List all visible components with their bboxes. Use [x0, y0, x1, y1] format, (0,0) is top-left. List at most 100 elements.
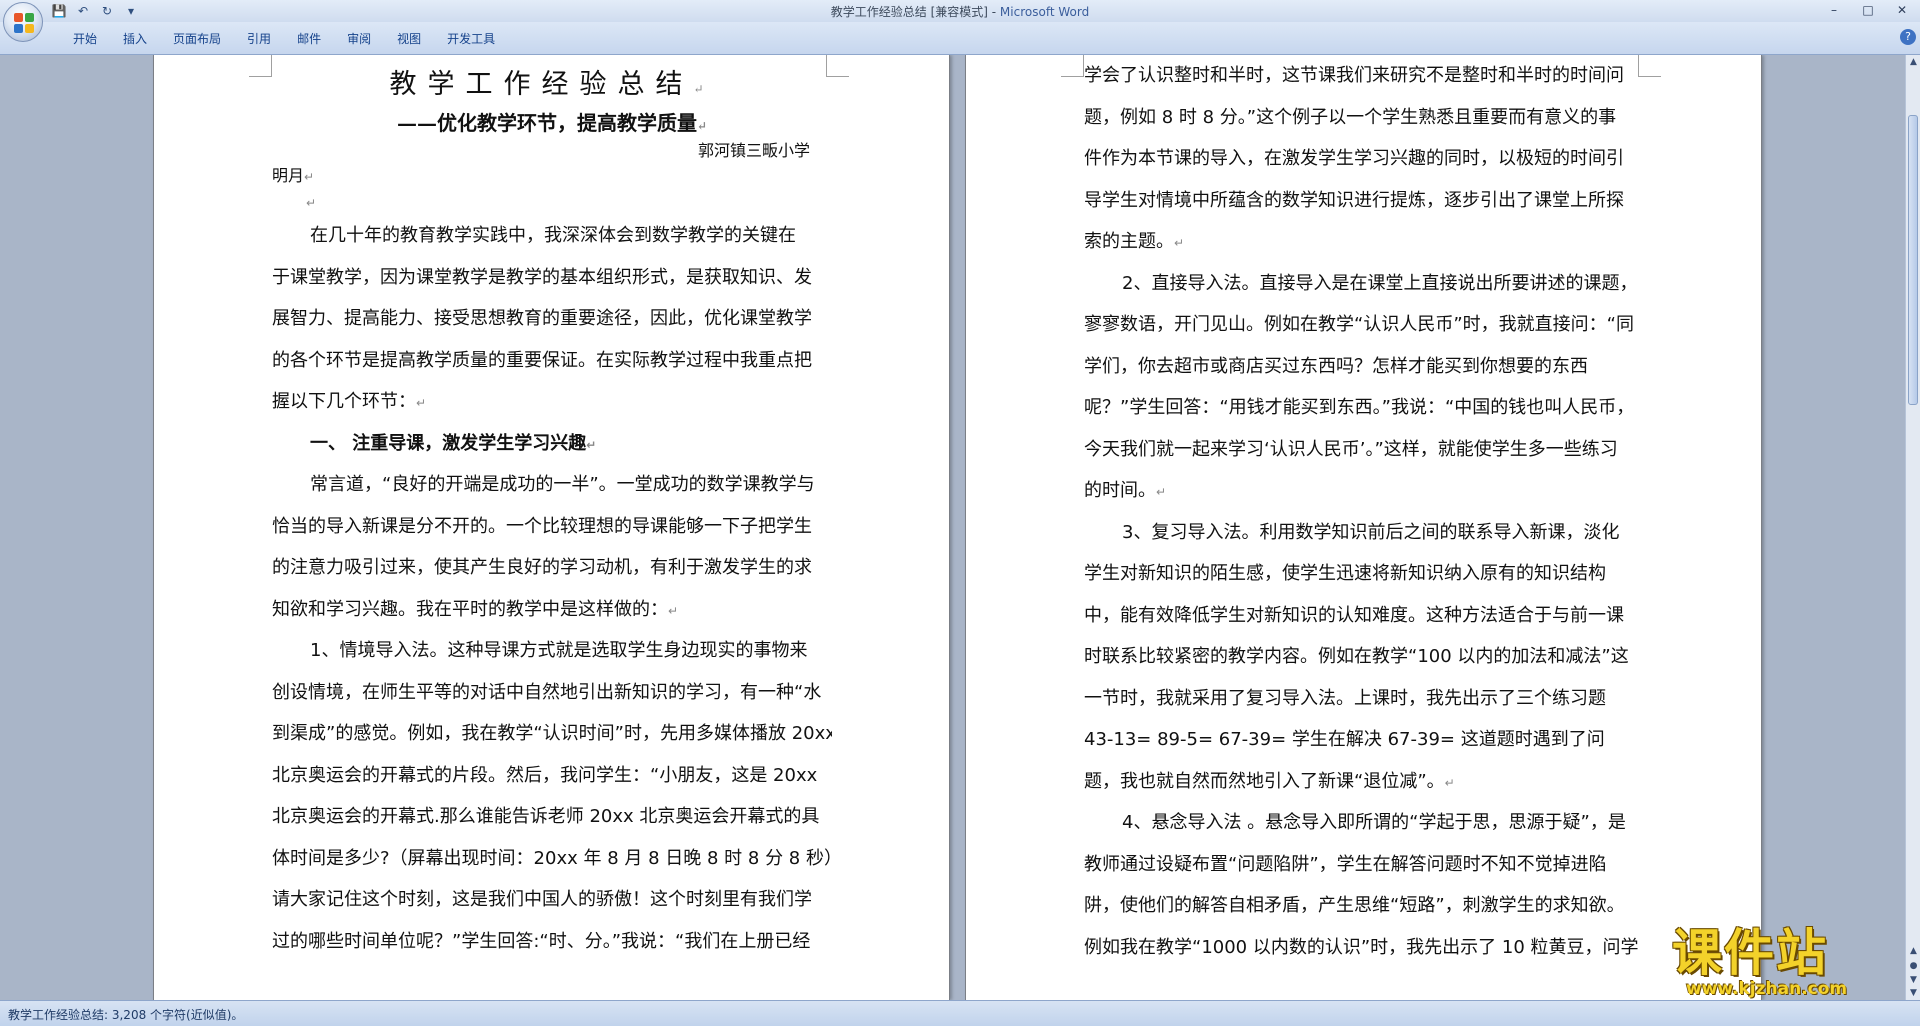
close-button[interactable]: ✕	[1892, 2, 1912, 18]
logo-square-3	[14, 24, 23, 33]
tab-mailings[interactable]: 邮件	[284, 30, 334, 48]
page-right[interactable]: 学会了认识整时和半时，这节课我们来研究不是整时和半时的时间问题，例如 8 时 8…	[965, 55, 1762, 1000]
scroll-thumb[interactable]	[1908, 115, 1918, 405]
line-text: 导学生对情境中所蕴含的数学知识进行提炼，逐步引出了课堂上所探	[1084, 189, 1624, 211]
left-body-text: 在几十年的教育教学实践中，我深深体会到数学教学的关键在于课堂教学，因为课堂教学是…	[272, 215, 832, 962]
minimize-button[interactable]: –	[1824, 2, 1844, 18]
logo-square-4	[25, 24, 34, 33]
line-text: 件作为本节课的导入，在激发学生学习兴趣的同时，以极短的时间引	[1084, 148, 1624, 169]
text-line: 恰当的导入新课是分不开的。一个比较理想的导课能够一下子把学生	[272, 506, 832, 548]
logo-square-2	[25, 13, 34, 22]
site-watermark: 课件站 www.kjzhan.com	[1672, 925, 1912, 1000]
paragraph-mark: ↵	[304, 170, 315, 184]
text-line: 一、 注重导课，激发学生学习兴趣↵	[272, 423, 832, 465]
page-left[interactable]: 教学工作经验总结↵ ——优化教学环节，提高教学质量↵ 郭河镇三畈小学 明月↵ ↵…	[153, 55, 950, 1000]
line-text: 教师通过设疑布置“问题陷阱”，学生在解答问题时不知不觉掉进陷	[1084, 853, 1607, 875]
office-button[interactable]	[3, 2, 43, 42]
line-text: 的注意力吸引过来，使其产生良好的学习动机，有利于激发学生的求	[272, 557, 812, 578]
text-line: 今天我们就一起来学习‘认识人民币’。”这样，就能使学生多一些练习	[1084, 429, 1644, 471]
text-line: 学们，你去超市或商店买过东西吗？怎样才能买到你想要的东西	[1084, 346, 1644, 388]
paragraph-mark: ↵	[668, 603, 679, 618]
right-text-column[interactable]: 学会了认识整时和半时，这节课我们来研究不是整时和半时的时间问题，例如 8 时 8…	[1084, 55, 1644, 968]
tab-home[interactable]: 开始	[60, 30, 110, 48]
line-text: 呢？”学生回答：“用钱才能买到东西。”我说：“中国的钱也叫人民币，	[1084, 397, 1635, 418]
line-text: 阱，使他们的解答自相矛盾，产生思维“短路”，刺激学生的求知欲。	[1084, 895, 1625, 916]
line-text: 1、情境导入法。这种导课方式就是选取学生身边现实的事物来	[310, 640, 808, 661]
line-text: 例如我在教学“1000 以内数的认识”时，我先出示了 10 粒黄豆，问学	[1084, 936, 1639, 958]
paragraph-mark: ↵	[1444, 775, 1455, 790]
text-line: 展智力、提高能力、接受思想教育的重要途径，因此，优化课堂教学	[272, 298, 832, 340]
author-name: 明月↵	[272, 163, 832, 189]
title-text: 教学工作经验总结	[389, 69, 694, 100]
line-text: 到渠成”的感觉。例如，我在教学“认识时间”时，先用多媒体播放 20xx	[272, 723, 832, 744]
document-subtitle: ——优化教学环节，提高教学质量↵	[272, 107, 832, 139]
left-text-column[interactable]: 教学工作经验总结↵ ——优化教学环节，提高教学质量↵ 郭河镇三畈小学 明月↵ ↵…	[272, 63, 832, 962]
text-line: 2、直接导入法。直接导入是在课堂上直接说出所要讲述的课题，	[1084, 263, 1644, 305]
text-line: 学会了认识整时和半时，这节课我们来研究不是整时和半时的时间问	[1084, 55, 1644, 97]
line-text: 握以下几个环节：	[272, 391, 416, 412]
text-line: 请大家记住这个时刻，这是我们中国人的骄傲！这个时刻里有我们学	[272, 879, 832, 921]
text-line: 学生对新知识的陌生感，使学生迅速将新知识纳入原有的知识结构	[1084, 553, 1644, 595]
text-line: 创设情境，在师生平等的对话中自然地引出新知识的学习，有一种“水	[272, 672, 832, 714]
text-line: 例如我在教学“1000 以内数的认识”时，我先出示了 10 粒黄豆，问学	[1084, 927, 1644, 969]
line-text: 43-13= 89-5= 67-39= 学生在解决 67-39= 这道题时遇到了…	[1084, 729, 1605, 750]
window-controls: – □ ✕	[1824, 2, 1912, 18]
line-text: 一、 注重导课，激发学生学习兴趣	[310, 432, 587, 454]
vertical-scrollbar[interactable]: ▲ ▲ ● ▼ ▼	[1905, 55, 1920, 1000]
text-line: 一节时，我就采用了复习导入法。上课时，我先出示了三个练习题	[1084, 678, 1644, 720]
paragraph-mark: ↵	[1156, 485, 1167, 499]
text-line: 体时间是多少?（屏幕出现时间：20xx 年 8 月 8 日晚 8 时 8 分 8…	[272, 838, 832, 880]
text-line: 于课堂教学，因为课堂教学是教学的基本组织形式，是获取知识、发	[272, 257, 832, 299]
office-logo-icon	[14, 13, 34, 33]
title-bar: 💾 ↶ ↻ ▾ 教学工作经验总结 [兼容模式] - Microsoft Word…	[0, 0, 1920, 22]
text-line: 北京奥运会的开幕式.那么谁能告诉老师 20xx 北京奥运会开幕式的具	[272, 796, 832, 838]
text-line: 的注意力吸引过来，使其产生良好的学习动机，有利于激发学生的求	[272, 547, 832, 589]
line-text: 今天我们就一起来学习‘认识人民币’。”这样，就能使学生多一些练习	[1084, 438, 1618, 460]
text-line: 的各个环节是提高教学质量的重要保证。在实际教学过程中我重点把	[272, 340, 832, 382]
help-icon[interactable]: ?	[1900, 29, 1916, 45]
line-text: 体时间是多少?（屏幕出现时间：20xx 年 8 月 8 日晚 8 时 8 分 8…	[272, 847, 832, 869]
tab-references[interactable]: 引用	[234, 30, 284, 48]
word-count-status[interactable]: 教学工作经验总结: 3,208 个字符(近似值)。	[8, 1006, 243, 1023]
line-text: 中，能有效降低学生对新知识的认知难度。这种方法适合于与前一课	[1084, 604, 1624, 626]
ribbon: 开始 插入 页面布局 引用 邮件 审阅 视图 开发工具 ?	[0, 22, 1920, 55]
text-line: 呢？”学生回答：“用钱才能买到东西。”我说：“中国的钱也叫人民币，	[1084, 387, 1644, 429]
line-text: 索的主题。	[1084, 231, 1174, 252]
line-text: 题，我也就自然而然地引入了新课“退位减”。	[1084, 770, 1445, 792]
text-line: 北京奥运会的开幕式的片段。然后，我问学生：“小朋友，这是 20xx	[272, 755, 832, 797]
line-text: 题，例如 8 时 8 分。”这个例子以一个学生熟悉且重要而有意义的事	[1084, 106, 1617, 128]
ribbon-tabs: 开始 插入 页面布局 引用 邮件 审阅 视图 开发工具	[60, 30, 508, 48]
text-line: 寥寥数语，开门见山。例如在教学“认识人民币”时，我就直接问：“同	[1084, 304, 1644, 346]
line-text: 过的哪些时间单位呢？”学生回答:“时、分。”我说：“我们在上册已经	[272, 930, 811, 952]
maximize-button[interactable]: □	[1858, 2, 1878, 18]
tab-page-layout[interactable]: 页面布局	[160, 30, 234, 48]
tab-developer[interactable]: 开发工具	[434, 30, 508, 48]
text-line: 过的哪些时间单位呢？”学生回答:“时、分。”我说：“我们在上册已经	[272, 921, 832, 963]
margin-corner-mark	[249, 55, 272, 77]
document-area: 教学工作经验总结↵ ——优化教学环节，提高教学质量↵ 郭河镇三畈小学 明月↵ ↵…	[0, 55, 1905, 1000]
line-text: 2、直接导入法。直接导入是在课堂上直接说出所要讲述的课题，	[1122, 272, 1638, 294]
line-text: 常言道，“良好的开端是成功的一半”。一堂成功的数学课教学与	[310, 474, 815, 495]
logo-square-1	[14, 13, 23, 22]
line-text: 3、复习导入法。利用数学知识前后之间的联系导入新课，淡化	[1122, 521, 1620, 543]
line-text: 北京奥运会的开幕式.那么谁能告诉老师 20xx 北京奥运会开幕式的具	[272, 806, 820, 827]
scroll-up-icon[interactable]: ▲	[1906, 55, 1920, 69]
window-title: 教学工作经验总结 [兼容模式] - Microsoft Word	[0, 3, 1920, 20]
tab-insert[interactable]: 插入	[110, 30, 160, 48]
text-line: 题，我也就自然而然地引入了新课“退位减”。↵	[1084, 761, 1644, 803]
text-line: 3、复习导入法。利用数学知识前后之间的联系导入新课，淡化	[1084, 512, 1644, 554]
right-body-text: 学会了认识整时和半时，这节课我们来研究不是整时和半时的时间问题，例如 8 时 8…	[1084, 55, 1644, 968]
line-text: 于课堂教学，因为课堂教学是教学的基本组织形式，是获取知识、发	[272, 266, 812, 288]
subtitle-text: ——优化教学环节，提高教学质量	[396, 111, 697, 135]
text-line: 的时间。↵	[1084, 470, 1644, 512]
margin-corner-mark	[1061, 55, 1084, 77]
text-line: 握以下几个环节：↵	[272, 381, 832, 423]
text-line: 件作为本节课的导入，在激发学生学习兴趣的同时，以极短的时间引	[1084, 138, 1644, 180]
tab-view[interactable]: 视图	[384, 30, 434, 48]
tab-review[interactable]: 审阅	[334, 30, 384, 48]
document-title: 教学工作经验总结↵	[272, 63, 832, 107]
line-text: 在几十年的教育教学实践中，我深深体会到数学教学的关键在	[310, 225, 796, 246]
line-text: 北京奥运会的开幕式的片段。然后，我问学生：“小朋友，这是 20xx	[272, 764, 818, 786]
paragraph-mark: ↵	[416, 396, 427, 410]
line-text: 一节时，我就采用了复习导入法。上课时，我先出示了三个练习题	[1084, 687, 1606, 709]
